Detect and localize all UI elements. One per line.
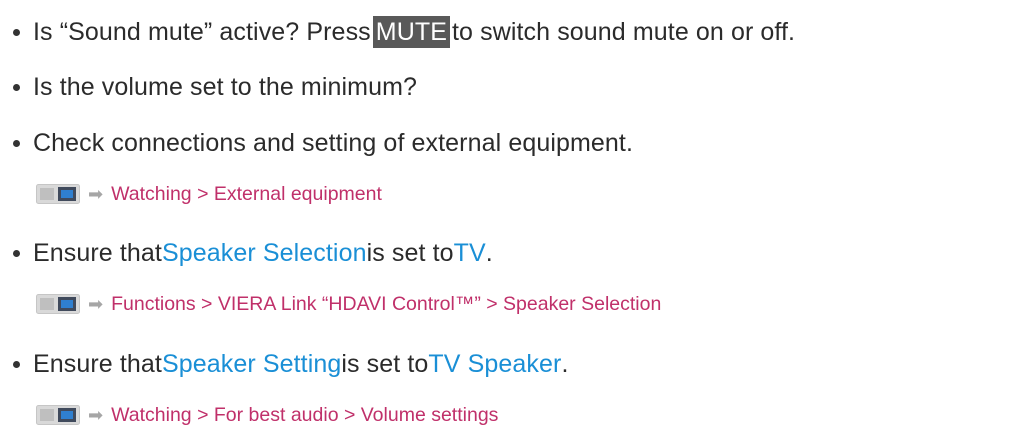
item-text: Ensure that xyxy=(33,238,162,267)
bullet-icon xyxy=(13,360,20,368)
reference-link-row[interactable]: ➡ Functions > VIERA Link “HDAVI Control™… xyxy=(36,289,661,319)
item-text: . xyxy=(485,238,493,267)
reference-link[interactable]: Watching > For best audio > Volume setti… xyxy=(111,404,498,427)
bullet-icon xyxy=(13,249,20,257)
arrow-right-icon: ➡ xyxy=(88,404,104,425)
list-item: Ensure that Speaker Selection is set to … xyxy=(0,233,493,273)
ebook-reference-icon xyxy=(36,405,80,425)
item-text: Is the volume set to the minimum? xyxy=(33,72,418,101)
item-text: is set to xyxy=(366,238,454,267)
arrow-right-icon: ➡ xyxy=(88,183,104,204)
item-text: Is “Sound mute” active? Press xyxy=(33,17,371,46)
ebook-reference-icon xyxy=(36,294,80,314)
list-item: Check connections and setting of externa… xyxy=(0,123,633,163)
bullet-icon xyxy=(13,83,20,91)
mute-key-label: MUTE xyxy=(372,16,450,48)
bullet-icon xyxy=(13,139,20,147)
bullet-icon xyxy=(13,28,20,36)
item-text: to switch sound mute on or off. xyxy=(452,17,796,46)
reference-link[interactable]: Watching > External equipment xyxy=(111,183,382,206)
ebook-reference-icon xyxy=(36,184,80,204)
list-item: Ensure that Speaker Setting is set to TV… xyxy=(0,344,568,384)
list-item: Is “Sound mute” active? Press MUTE to sw… xyxy=(0,12,795,52)
reference-link-row[interactable]: ➡ Watching > For best audio > Volume set… xyxy=(36,400,498,430)
reference-link[interactable]: Functions > VIERA Link “HDAVI Control™” … xyxy=(111,293,661,316)
item-text: . xyxy=(561,349,569,378)
arrow-right-icon: ➡ xyxy=(88,293,104,314)
tv-speaker-link[interactable]: TV Speaker xyxy=(428,350,561,379)
speaker-selection-link[interactable]: Speaker Selection xyxy=(162,239,367,268)
item-text: is set to xyxy=(341,349,429,378)
item-text: Check connections and setting of externa… xyxy=(33,128,634,157)
troubleshooting-list: Is “Sound mute” active? Press MUTE to sw… xyxy=(0,0,1014,438)
tv-link[interactable]: TV xyxy=(454,239,486,268)
speaker-setting-link[interactable]: Speaker Setting xyxy=(162,350,341,379)
item-text: Ensure that xyxy=(33,349,162,378)
reference-link-row[interactable]: ➡ Watching > External equipment xyxy=(36,179,382,209)
list-item: Is the volume set to the minimum? xyxy=(0,67,417,107)
